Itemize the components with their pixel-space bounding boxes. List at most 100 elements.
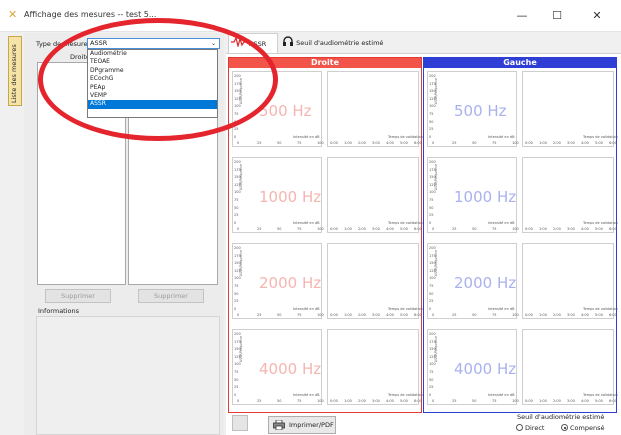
x-tick-label: 4:00 [386, 227, 394, 231]
radio-compense[interactable]: Compensé [561, 424, 604, 432]
x-tick-label: 1:00 [539, 313, 547, 317]
droite-row-2: ASSR/Fréquence 200 175 150 125 100 75 50 25 0 0 25 5… [229, 241, 423, 323]
option-teoae[interactable]: TEOAE [88, 58, 217, 66]
y-tick-label: 0 [429, 220, 432, 225]
x-tick-label: 0:00 [330, 399, 338, 403]
option-audiometrie[interactable]: Audiométrie [88, 50, 217, 58]
x-tick-label: 2:00 [358, 227, 366, 231]
option-dpgramme[interactable]: DPgramme [88, 67, 217, 75]
option-assr[interactable]: ASSR [88, 100, 217, 109]
gauche-header: Gauche [424, 58, 616, 68]
gauche-row-2: ASSR/Fréquence 200 175 150 125 100 75 50 25 0 0 25 5… [424, 241, 618, 323]
option-vemp[interactable]: VEMP [88, 92, 217, 100]
option-peap[interactable]: PEAp [88, 84, 217, 92]
tab-seuil[interactable]: Seuil d'audiométrie estimé [280, 33, 400, 53]
gauche-row-1: ASSR/Fréquence 200 175 150 125 100 75 50 25 0 0 25 5… [424, 155, 618, 237]
droite-intensity-chart: ASSR/Fréquence 200 175 150 125 100 75 50 25 0 0 25 5… [232, 329, 324, 405]
x-tick-label: 6:00 [414, 141, 422, 145]
x-tick-label: 75 [492, 227, 497, 231]
gauche-time-chart: 0:00 1:00 2:00 3:00 4:00 5:00 6:00 Temps de val… [522, 157, 618, 233]
delete-right-button[interactable]: Supprimer [138, 289, 204, 303]
x-tick-label: 0 [237, 313, 240, 317]
y-tick-label: 25 [234, 299, 239, 304]
x-tick-label: 25 [257, 399, 262, 403]
tab-seuil-label: Seuil d'audiométrie estimé [296, 39, 384, 47]
y-tick-label: 100 [429, 362, 436, 367]
x-axis-label: Temps de validation [583, 221, 618, 225]
x-axis-label: Intensité en dB [293, 221, 320, 225]
x-tick-label: 25 [257, 227, 262, 231]
droite-time-chart: 0:00 1:00 2:00 3:00 4:00 5:00 6:00 Temps de val… [327, 243, 423, 319]
y-tick-label: 50 [429, 377, 434, 382]
x-tick-label: 0 [237, 227, 240, 231]
frequency-label: 1000 Hz [454, 188, 517, 206]
window-title: Affichage des mesures -- test 5... [24, 10, 157, 19]
gauche-time-chart: 0:00 1:00 2:00 3:00 4:00 5:00 6:00 Temps de val… [522, 243, 618, 319]
headphones-icon [283, 36, 293, 46]
y-tick-label: 175 [429, 167, 436, 172]
x-tick-label: 50 [277, 141, 282, 145]
x-tick-label: 4:00 [386, 399, 394, 403]
x-tick-label: 6:00 [414, 399, 422, 403]
bottom-left-button[interactable] [232, 415, 248, 431]
waveform-icon [231, 36, 247, 49]
tab-assr[interactable]: ASSR [228, 33, 278, 53]
print-pdf-button[interactable]: Imprimer/PDF [268, 416, 336, 434]
x-tick-label: 75 [297, 399, 302, 403]
x-tick-label: 1:00 [344, 227, 352, 231]
x-tick-label: 3:00 [372, 399, 380, 403]
delete-left-button[interactable]: Supprimer [45, 289, 111, 303]
x-tick-label: 50 [277, 313, 282, 317]
y-tick-label: 100 [234, 190, 241, 195]
y-tick-label: 50 [429, 291, 434, 296]
measure-type-select[interactable]: ASSR ⌄ [87, 38, 220, 49]
gauche-panel: Gauche ASSR/Fréquence 200 175 150 125 100 75 50… [423, 57, 618, 413]
x-tick-label: 6:00 [609, 399, 617, 403]
x-tick-label: 3:00 [372, 313, 380, 317]
x-tick-label: 2:00 [553, 141, 561, 145]
gauche-time-chart: 0:00 1:00 2:00 3:00 4:00 5:00 6:00 Temps de val… [522, 329, 618, 405]
x-tick-label: 2:00 [358, 141, 366, 145]
radio-direct[interactable]: Direct [516, 424, 544, 432]
frequency-label: 500 Hz [454, 102, 507, 120]
x-axis-label: Temps de validation [583, 135, 618, 139]
frequency-label: 2000 Hz [454, 274, 517, 292]
x-tick-label: 0:00 [525, 227, 533, 231]
minimize-button[interactable]: — [505, 6, 539, 26]
droite-time-chart: 0:00 1:00 2:00 3:00 4:00 5:00 6:00 Temps de val… [327, 157, 423, 233]
measures-list-tab[interactable]: Liste des mesures [8, 36, 22, 106]
radio-direct-label: Direct [525, 424, 545, 432]
y-tick-label: 100 [429, 190, 436, 195]
y-tick-label: 0 [429, 392, 432, 397]
x-tick-label: 3:00 [567, 313, 575, 317]
x-tick-label: 100 [512, 141, 519, 145]
y-tick-label: 150 [429, 347, 436, 352]
gauche-intensity-chart: ASSR/Fréquence 200 175 150 125 100 75 50 25 0 0 25 5… [427, 71, 519, 147]
measure-type-dropdown[interactable]: Audiométrie TEOAE DPgramme ECochG PEAp V… [87, 49, 218, 118]
y-tick-label: 75 [429, 198, 434, 202]
y-tick-label: 175 [234, 81, 241, 86]
option-ecochg[interactable]: ECochG [88, 75, 217, 83]
x-axis-label: Temps de validation [388, 307, 423, 311]
x-tick-label: 4:00 [581, 399, 589, 403]
radio-direct-dot [516, 424, 523, 431]
x-tick-label: 0:00 [525, 399, 533, 403]
x-tick-label: 50 [277, 399, 282, 403]
print-pdf-label: Imprimer/PDF [289, 421, 334, 429]
x-tick-label: 6:00 [414, 313, 422, 317]
chevron-down-icon: ⌄ [210, 40, 216, 47]
maximize-button[interactable]: ☐ [540, 6, 574, 26]
y-tick-label: 175 [234, 253, 241, 258]
gauche-time-chart: 0:00 1:00 2:00 3:00 4:00 5:00 6:00 Temps de val… [522, 71, 618, 147]
y-tick-label: 125 [429, 354, 436, 359]
x-tick-label: 75 [492, 399, 497, 403]
gauche-row-3: ASSR/Fréquence 200 175 150 125 100 75 50 25 0 0 25 5… [424, 327, 618, 409]
x-tick-label: 1:00 [539, 399, 547, 403]
x-tick-label: 4:00 [581, 141, 589, 145]
x-tick-label: 1:00 [539, 227, 547, 231]
y-tick-label: 100 [234, 104, 241, 109]
close-button[interactable]: ✕ [580, 6, 614, 26]
frequency-label: 4000 Hz [259, 360, 322, 378]
x-axis-label: Intensité en dB [488, 135, 515, 139]
y-tick-label: 50 [234, 205, 239, 210]
